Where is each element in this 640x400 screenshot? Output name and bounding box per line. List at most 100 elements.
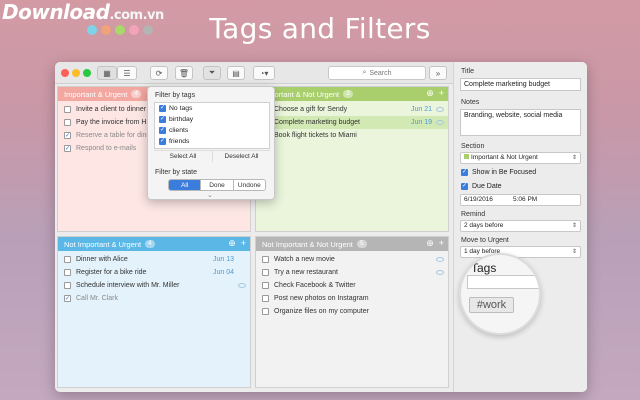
task-label: Pay the invoice from H xyxy=(76,119,147,126)
add-task-icon[interactable]: + xyxy=(439,88,444,99)
delete-button[interactable]: 🗑 xyxy=(175,66,193,80)
tag-item[interactable]: ✓ friends xyxy=(155,136,269,147)
note-icon xyxy=(436,257,444,262)
timer-button[interactable]: ◔▾ xyxy=(253,66,275,80)
quadrant-header: Important & Not Urgent 3 ⊕ + xyxy=(256,87,448,101)
task-label: Dinner with Alice xyxy=(76,256,128,263)
add-task-icon[interactable]: + xyxy=(241,238,246,249)
task-label: Book flight tickets to Miami xyxy=(274,132,357,139)
task-checkbox[interactable] xyxy=(262,256,269,263)
task-row[interactable]: Schedule interview with Mr. Miller xyxy=(58,279,250,292)
remind-label: Remind xyxy=(461,211,486,218)
task-checkbox[interactable] xyxy=(64,269,71,276)
task-checkbox[interactable]: ✓ xyxy=(64,145,71,152)
state-done-button[interactable]: Done xyxy=(200,180,233,190)
due-date: Jun 19 xyxy=(410,119,432,126)
tag-item[interactable]: ✓ No tags xyxy=(155,103,269,114)
tag-item[interactable]: ✓ clients xyxy=(155,125,269,136)
task-checkbox[interactable] xyxy=(64,119,71,126)
quadrant-not-important-urgent: Not Important & Urgent 4 ⊕ + Dinner with A… xyxy=(57,236,251,388)
task-checkbox[interactable] xyxy=(262,282,269,289)
checkbox-checked-icon: ✓ xyxy=(461,169,468,176)
due-date: Jun 21 xyxy=(410,106,432,113)
section-select[interactable]: Important & Not Urgent ⇕ xyxy=(460,152,581,164)
tag-chip[interactable]: #work xyxy=(469,297,514,313)
task-checkbox[interactable]: ✓ xyxy=(64,295,71,302)
task-label: Register for a bike ride xyxy=(76,269,147,276)
due-date-field[interactable]: 6/19/2016 5:06 PM xyxy=(460,194,581,206)
timer-icon: ◔▾ xyxy=(259,68,269,78)
section-value: Important & Not Urgent xyxy=(471,154,538,161)
sync-button[interactable]: ⟳ xyxy=(150,66,168,80)
note-icon xyxy=(436,107,444,112)
move-to-urgent-label: Move to Urgent xyxy=(461,237,509,244)
task-checkbox[interactable]: ✓ xyxy=(64,132,71,139)
task-row[interactable]: Organize files on my computer xyxy=(256,305,448,318)
quadrant-actions: ⊕ + xyxy=(426,88,444,99)
chevron-updown-icon: ⇕ xyxy=(571,155,577,161)
task-label: Respond to e-mails xyxy=(76,145,137,152)
select-all-button[interactable]: Select All xyxy=(154,150,212,162)
task-row[interactable]: Book flight tickets to Miami xyxy=(256,129,448,142)
search-input[interactable]: ⌕ Search xyxy=(328,66,426,80)
tag-label: No tags xyxy=(169,105,193,112)
zoom-window-button[interactable] xyxy=(83,69,91,77)
quadrant-header: Not Important & Urgent 4 ⊕ + xyxy=(58,237,250,251)
title-field[interactable]: Complete marketing budget xyxy=(460,78,581,91)
task-checkbox[interactable] xyxy=(64,106,71,113)
close-window-button[interactable] xyxy=(61,69,69,77)
due-date-checkbox[interactable]: ✓ Due Date xyxy=(461,183,502,190)
task-row[interactable]: Check Facebook & Twitter xyxy=(256,279,448,292)
chevron-updown-icon: ⇕ xyxy=(571,223,577,229)
quadrant-count: 4 xyxy=(145,240,155,248)
details-panel: Title Complete marketing budget Notes Br… xyxy=(453,62,587,392)
task-row[interactable]: Watch a new movie xyxy=(256,253,448,266)
task-checkbox[interactable] xyxy=(262,295,269,302)
task-label: Invite a client to dinner xyxy=(76,106,147,113)
task-row[interactable]: ✓ Call Mr. Clark xyxy=(58,292,250,305)
double-chevron-icon: » xyxy=(435,68,441,78)
trash-icon: 🗑 xyxy=(178,68,190,78)
filter-by-state-title: Filter by state xyxy=(155,169,198,176)
task-label: Check Facebook & Twitter xyxy=(274,282,356,289)
move-to-urgent-select[interactable]: 1 day before ⇕ xyxy=(460,246,581,258)
section-label: Section xyxy=(461,143,485,150)
due-date-label: Due Date xyxy=(472,183,502,190)
chevron-updown-icon: ⇕ xyxy=(571,249,577,255)
minimize-window-button[interactable] xyxy=(72,69,80,77)
task-row[interactable]: Register for a bike ride Jun 04 xyxy=(58,266,250,279)
add-task-icon[interactable]: + xyxy=(439,238,444,249)
zoom-in-icon[interactable]: ⊕ xyxy=(228,238,236,249)
search-icon: ⌕ xyxy=(362,69,367,76)
task-row[interactable]: Post new photos on Instagram xyxy=(256,292,448,305)
quadrant-title: Important & Urgent xyxy=(64,89,128,99)
tags-input[interactable] xyxy=(467,275,539,289)
task-checkbox[interactable] xyxy=(64,282,71,289)
task-checkbox[interactable] xyxy=(262,269,269,276)
task-checkbox[interactable] xyxy=(262,308,269,315)
zoom-in-icon[interactable]: ⊕ xyxy=(426,238,434,249)
notes-field[interactable]: Branding, website, social media xyxy=(460,109,581,136)
zoom-in-icon[interactable]: ⊕ xyxy=(426,88,434,99)
remind-select[interactable]: 2 days before ⇕ xyxy=(460,220,581,232)
calendar-button[interactable]: ▤ xyxy=(227,66,245,80)
chevron-down-icon: ⌄ xyxy=(207,192,213,199)
grid-view-button[interactable]: ▦ xyxy=(97,66,117,80)
note-icon xyxy=(436,120,444,125)
task-checkbox[interactable] xyxy=(64,256,71,263)
task-row[interactable]: Choose a gift for Sendy Jun 21 xyxy=(256,103,448,116)
task-row[interactable]: Try a new restaurant xyxy=(256,266,448,279)
task-row-selected[interactable]: Complete marketing budget Jun 19 xyxy=(256,116,448,129)
task-label: Schedule interview with Mr. Miller xyxy=(76,282,180,289)
state-all-button[interactable]: All xyxy=(169,180,201,190)
list-view-button[interactable]: ☰ xyxy=(117,66,137,80)
expand-sidebar-button[interactable]: » xyxy=(429,66,447,80)
state-undone-button[interactable]: Undone xyxy=(232,180,265,190)
time-value: 5:06 PM xyxy=(513,196,538,203)
quadrant-actions: ⊕ + xyxy=(228,238,246,249)
deselect-all-button[interactable]: Deselect All xyxy=(212,150,270,162)
show-in-focus-checkbox[interactable]: ✓ Show in Be Focused xyxy=(461,169,536,176)
tag-item[interactable]: ✓ birthday xyxy=(155,114,269,125)
task-row[interactable]: Dinner with Alice Jun 13 xyxy=(58,253,250,266)
filter-button[interactable]: ⏷ xyxy=(203,66,221,80)
